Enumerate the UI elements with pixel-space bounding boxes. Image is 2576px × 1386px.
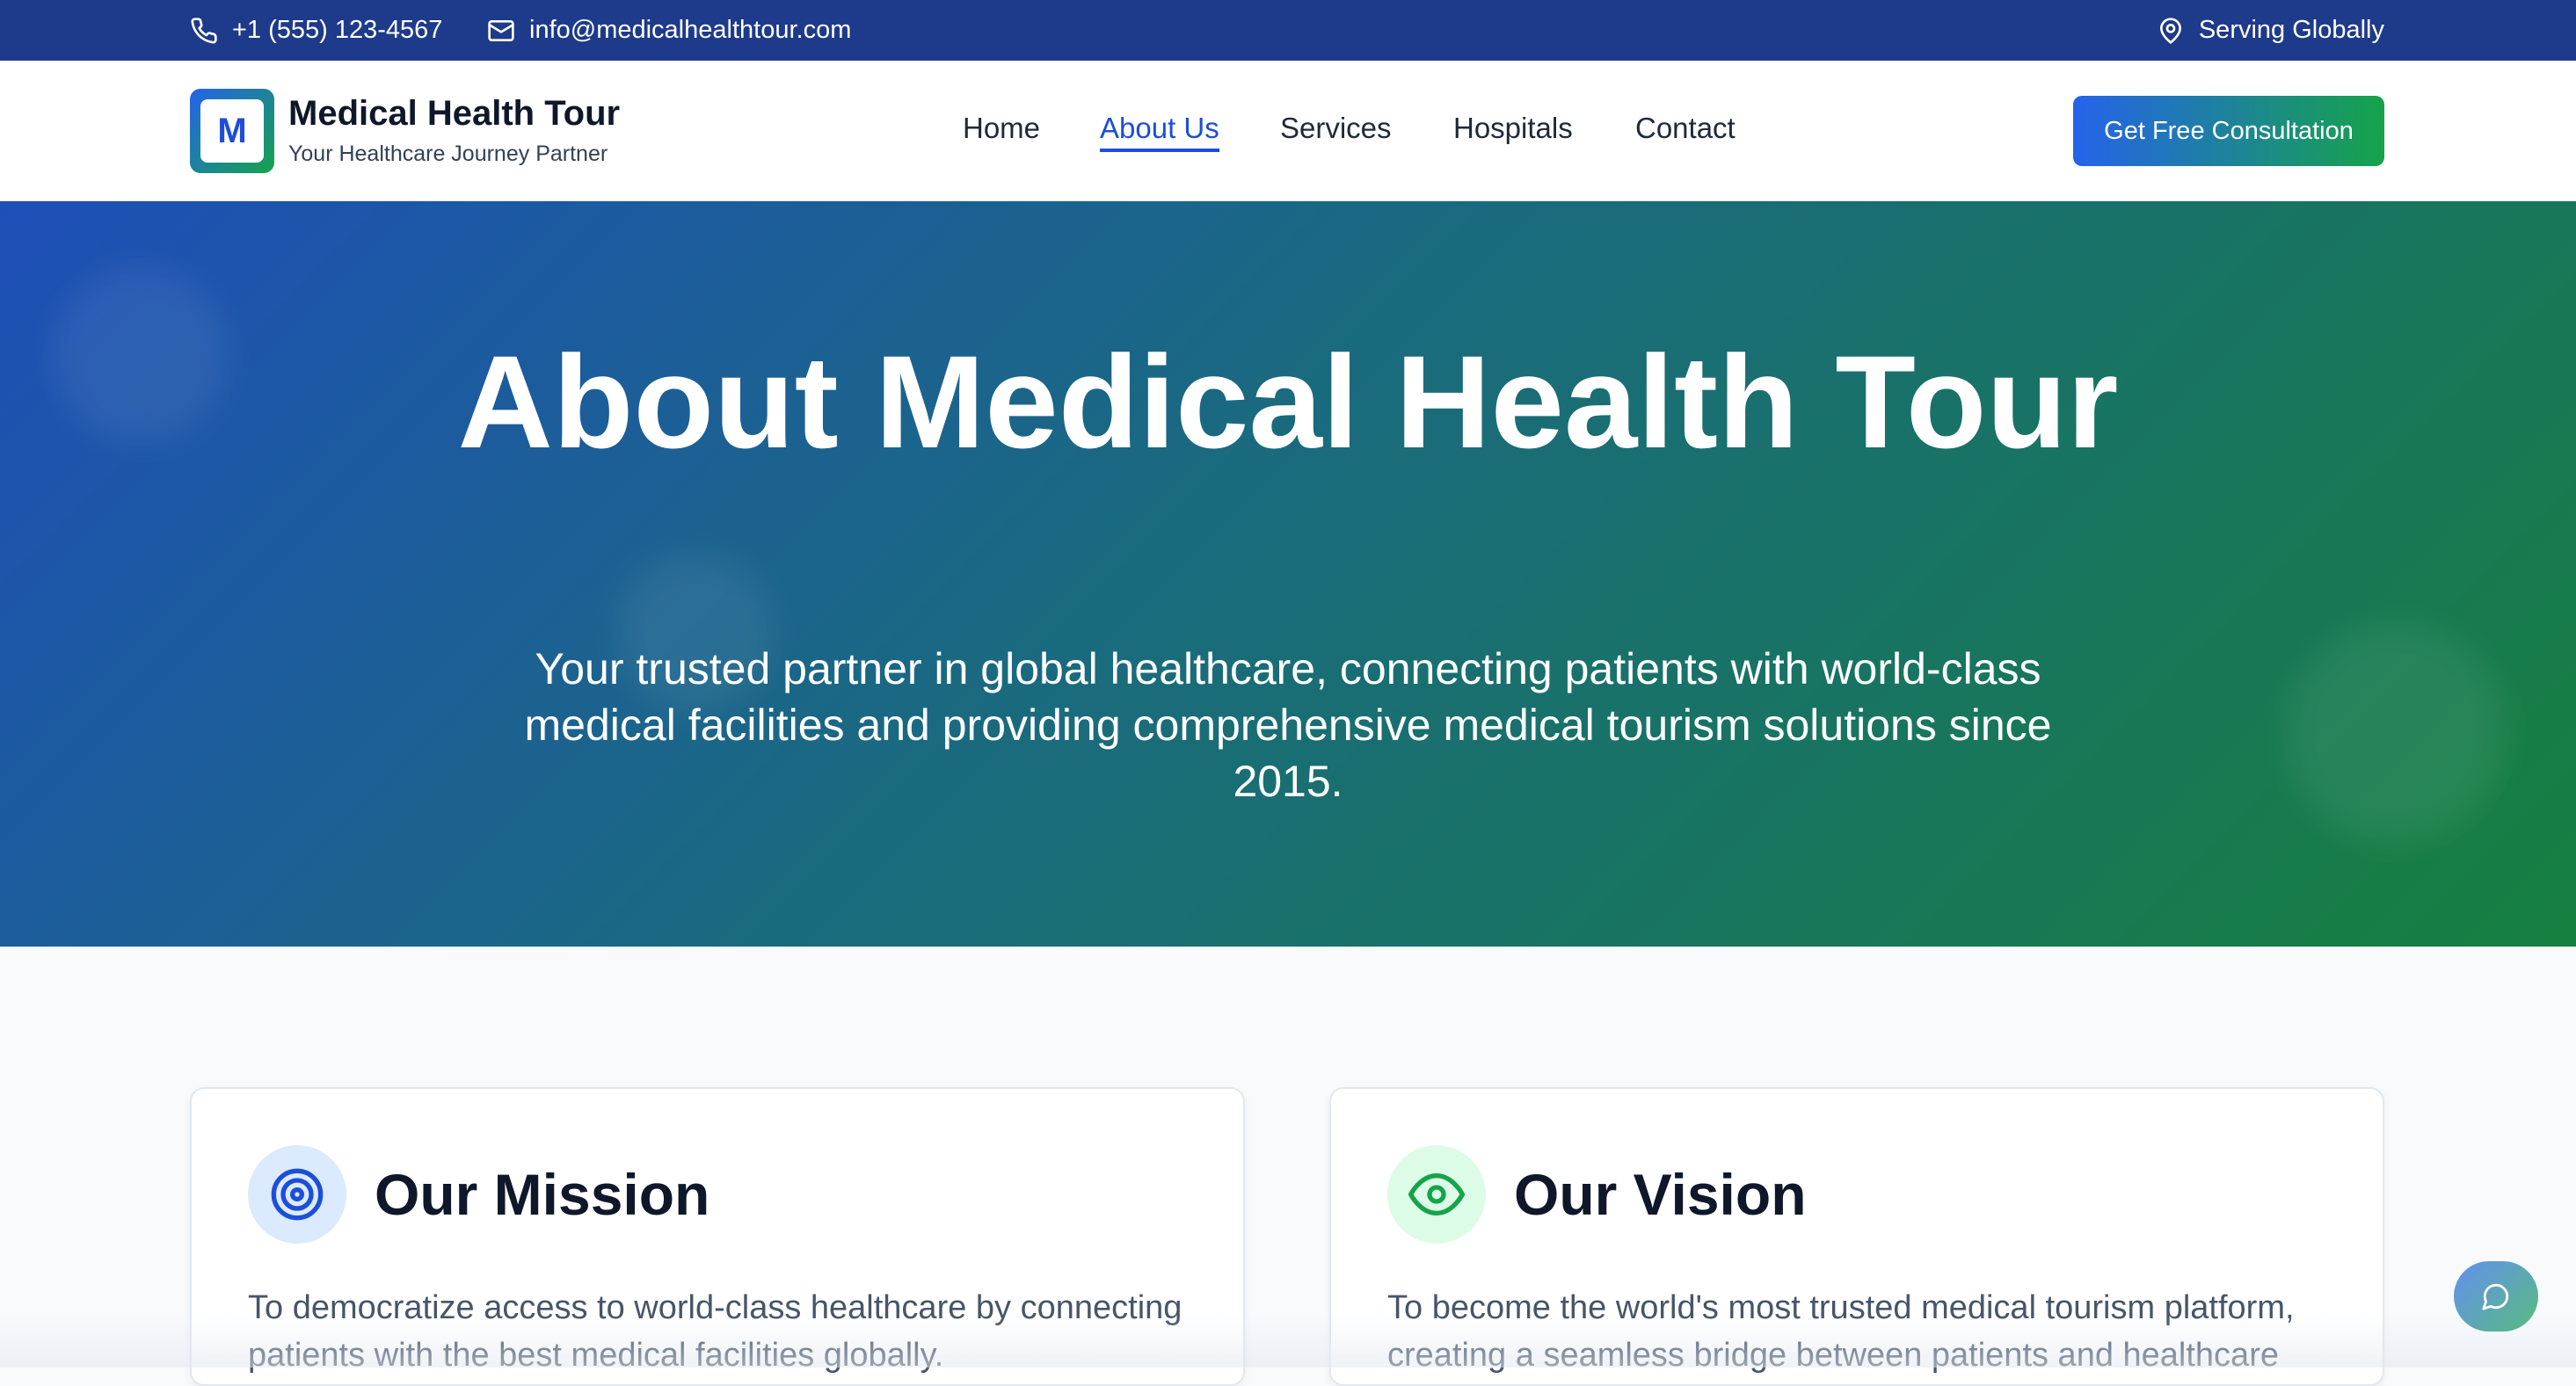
nav-contact[interactable]: Contact <box>1635 112 1736 145</box>
chat-button[interactable] <box>2454 1261 2538 1332</box>
brand-name[interactable]: Medical Health Tour <box>288 94 620 134</box>
brand-tagline: Your Healthcare Journey Partner <box>288 142 608 166</box>
phone-icon <box>190 17 218 45</box>
email-address: info@medicalhealthtour.com <box>529 16 852 44</box>
topbar-email[interactable]: info@medicalhealthtour.com <box>487 0 851 61</box>
site-header: M Medical Health Tour Your Healthcare Jo… <box>0 61 2576 201</box>
page-title: About Medical Health Tour <box>457 328 2119 475</box>
get-free-consultation-button[interactable]: Get Free Consultation <box>2073 96 2384 166</box>
vision-text: To become the world's most trusted medic… <box>1387 1289 2295 1374</box>
topbar-phone[interactable]: +1 (555) 123-4567 <box>190 0 442 61</box>
nav-hospitals[interactable]: Hospitals <box>1453 112 1573 145</box>
target-icon <box>269 1166 325 1223</box>
mission-title: Our Mission <box>375 1162 710 1227</box>
decorative-blob <box>53 267 229 443</box>
decorative-blob <box>2286 623 2506 843</box>
mission-text: To democratize access to world-class hea… <box>248 1289 1182 1374</box>
location-text: Serving Globally <box>2198 16 2384 44</box>
mail-icon <box>487 17 515 45</box>
eye-icon <box>1408 1166 1465 1223</box>
vision-title: Our Vision <box>1514 1162 1807 1227</box>
vision-icon-circle <box>1387 1145 1486 1244</box>
hero-subtitle: Your trusted partner in global healthcar… <box>524 644 2052 806</box>
mission-card: Our Mission To democratize access to wor… <box>190 1087 1245 1386</box>
logo-letter: M <box>200 99 264 163</box>
chat-icon <box>2481 1281 2511 1311</box>
hero-section: About Medical Health Tour Your trusted p… <box>0 201 2576 947</box>
map-pin-icon <box>2157 17 2185 45</box>
logo[interactable]: M <box>190 89 274 173</box>
top-contact-bar: +1 (555) 123-4567 info@medicalhealthtour… <box>0 0 2576 61</box>
topbar-location: Serving Globally <box>2157 0 2384 61</box>
mission-icon-circle <box>248 1145 346 1244</box>
nav-about-us[interactable]: About Us <box>1100 112 1219 152</box>
nav-home[interactable]: Home <box>963 112 1040 145</box>
vision-card: Our Vision To become the world's most tr… <box>1329 1087 2384 1386</box>
phone-number: +1 (555) 123-4567 <box>232 16 443 44</box>
nav-services[interactable]: Services <box>1280 112 1392 145</box>
